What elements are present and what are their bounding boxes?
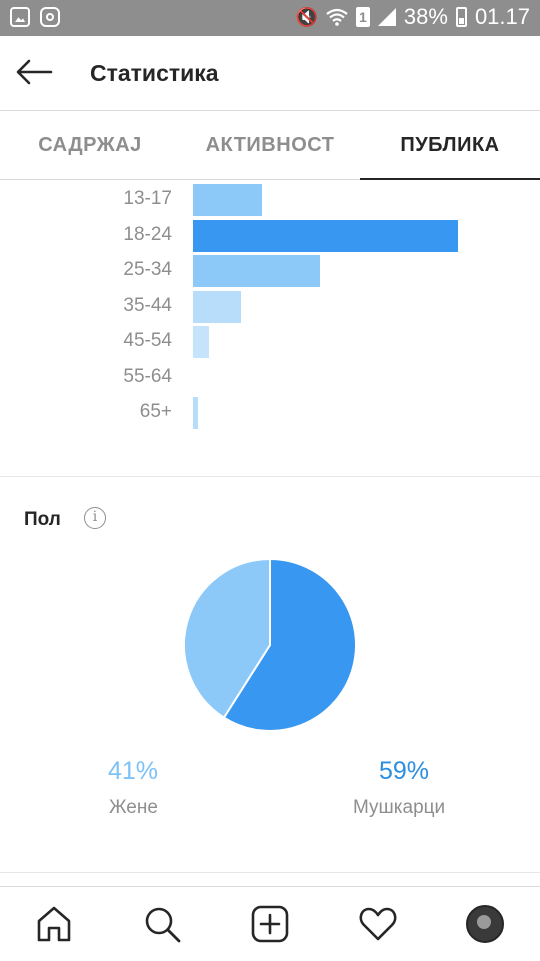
profile-avatar[interactable] <box>466 905 504 943</box>
clock: 01.17 <box>474 4 530 29</box>
women-percent-label: 41% <box>108 757 159 785</box>
app-header: Статистика <box>0 36 540 111</box>
age-label-25-34: 25-34 <box>123 259 172 280</box>
age-label-18-24: 18-24 <box>123 223 172 245</box>
women-label: Жене <box>109 797 158 818</box>
men-label: Мушкарци <box>353 797 446 818</box>
sim-indicator: 1 <box>355 7 370 27</box>
gender-section: Пол i 41% Жене 59% Мушкарци <box>0 477 540 867</box>
age-bar-25-34 <box>193 255 321 287</box>
age-bar-45-54 <box>193 326 209 358</box>
activity-heart-icon[interactable] <box>358 904 398 944</box>
age-label-35-44: 35-44 <box>123 294 172 316</box>
home-icon[interactable] <box>34 904 74 944</box>
battery-percent: 38% <box>403 4 448 29</box>
signal-icon <box>377 8 396 26</box>
instagram-icon <box>40 7 60 27</box>
search-icon[interactable] <box>142 904 182 944</box>
age-label-13-17: 13-17 <box>123 188 172 209</box>
gallery-icon <box>10 7 30 27</box>
tab-bar: САДРЖАЈ АКТИВНОСТ ПУБЛИКА <box>0 111 540 180</box>
bottom-navigation <box>0 886 540 961</box>
age-bar-65plus <box>193 397 199 429</box>
page-title: Статистика <box>90 60 219 86</box>
tab-activity[interactable]: АКТИВНОСТ <box>180 111 360 179</box>
tab-audience[interactable]: ПУБЛИКА <box>360 111 540 180</box>
add-post-icon[interactable] <box>250 904 290 944</box>
age-label-45-54: 45-54 <box>123 330 172 351</box>
section-divider <box>0 872 540 885</box>
age-label-55-64: 55-64 <box>123 365 172 387</box>
back-arrow-icon[interactable] <box>14 52 54 92</box>
wifi-icon <box>326 8 348 26</box>
battery-icon <box>455 7 467 27</box>
info-icon[interactable]: i <box>84 507 106 529</box>
tab-content[interactable]: САДРЖАЈ <box>0 111 180 179</box>
age-label-65plus: 65+ <box>139 401 172 422</box>
gender-title: Пол <box>24 509 61 530</box>
men-percent-label: 59% <box>379 757 430 785</box>
age-bar-35-44 <box>193 290 241 323</box>
age-bar-18-24 <box>193 219 458 252</box>
mute-icon: 🔇 <box>295 6 318 27</box>
status-bar: 🔇 1 38% 01.17 <box>0 0 540 36</box>
age-bar-13-17 <box>193 184 262 216</box>
age-range-chart: 13-17 18-24 25-34 35-44 45-54 55-64 65+ <box>0 180 540 477</box>
gender-pie-chart <box>183 557 357 732</box>
